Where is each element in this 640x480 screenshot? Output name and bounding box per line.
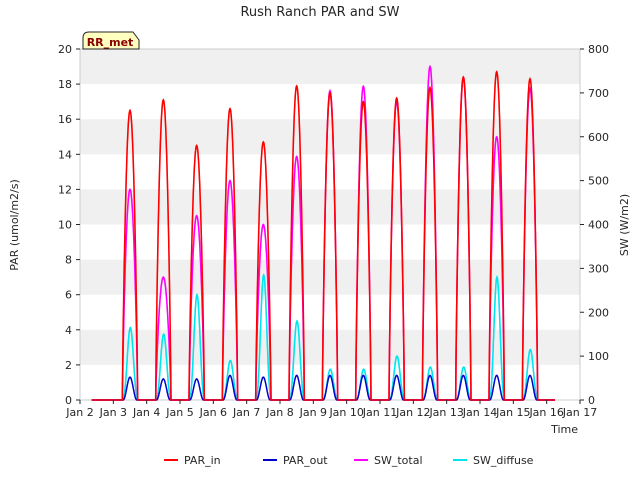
- y-left-tick-label: 0: [65, 394, 72, 407]
- grid-band: [80, 259, 580, 295]
- y-left-tick-label: 16: [58, 113, 72, 126]
- y-left-tick-label: 4: [65, 324, 72, 337]
- chart-title: Rush Ranch PAR and SW: [240, 5, 399, 20]
- right-axis-ticks: 0 100 200 300 400 500 600 700 800: [580, 43, 609, 407]
- x-tick-label: Jan 4: [132, 406, 160, 419]
- grid-band: [80, 189, 580, 225]
- x-tick-label: Jan 15: [495, 406, 530, 419]
- y-left-tick-label: 12: [58, 183, 72, 196]
- y-right-tick-label: 0: [588, 394, 595, 407]
- grid-band: [80, 119, 580, 155]
- x-tick-label: Jan 17: [562, 406, 597, 419]
- site-badge: RR_met: [82, 31, 140, 50]
- y-right-tick-label: 500: [588, 175, 609, 188]
- legend-label: PAR_out: [283, 454, 328, 467]
- legend-label: SW_diffuse: [473, 454, 534, 467]
- legend: PAR_in PAR_out SW_total SW_diffuse: [164, 454, 534, 467]
- x-tick-label: Jan 16: [528, 406, 563, 419]
- y-right-tick-label: 600: [588, 131, 609, 144]
- y-left-tick-label: 14: [58, 148, 72, 161]
- x-axis-label: Time: [550, 423, 578, 436]
- y-left-tick-label: 18: [58, 78, 72, 91]
- x-tick-label: Jan 8: [265, 406, 293, 419]
- y-right-tick-label: 800: [588, 43, 609, 56]
- x-tick-label: Jan 13: [428, 406, 463, 419]
- chart: Jan 2 Jan 3 Jan 4 Jan 5 Jan 6 Jan 7 Jan 8 Jan 9…: [8, 5, 631, 467]
- y-right-tick-label: 100: [588, 350, 609, 363]
- background-bands: [80, 49, 580, 365]
- x-axis-ticks: Jan 2 Jan 3 Jan 4 Jan 5 Jan 6 Jan 7 Jan 8 Jan 9…: [65, 400, 597, 419]
- y-axis-right-label: SW (W/m2): [618, 194, 631, 256]
- left-axis-ticks: 0 2 4 6 8 10 12 14 16 18 20: [58, 43, 80, 407]
- grid-band: [80, 329, 580, 365]
- y-left-tick-label: 2: [65, 359, 72, 372]
- x-tick-label: Jan 10: [328, 406, 363, 419]
- x-tick-label: Jan 12: [395, 406, 430, 419]
- x-tick-label: Jan 9: [299, 406, 327, 419]
- x-tick-label: Jan 5: [165, 406, 193, 419]
- grid-band: [80, 49, 580, 85]
- y-right-tick-label: 700: [588, 87, 609, 100]
- y-axis-left-label: PAR (umol/m2/s): [8, 179, 21, 271]
- y-right-tick-label: 200: [588, 306, 609, 319]
- legend-label: PAR_in: [184, 454, 221, 467]
- x-tick-label: Jan 7: [232, 406, 260, 419]
- x-tick-label: Jan 11: [362, 406, 397, 419]
- y-left-tick-label: 10: [58, 219, 72, 232]
- y-left-tick-label: 8: [65, 254, 72, 267]
- legend-label: SW_total: [374, 454, 423, 467]
- series-line-par-out: [91, 374, 555, 401]
- x-tick-label: Jan 3: [99, 406, 127, 419]
- y-right-tick-label: 400: [588, 219, 609, 232]
- x-tick-label: Jan 2: [65, 406, 93, 419]
- y-left-tick-label: 20: [58, 43, 72, 56]
- site-badge-label: RR_met: [87, 36, 134, 49]
- y-left-tick-label: 6: [65, 289, 72, 302]
- x-tick-label: Jan 6: [199, 406, 227, 419]
- y-right-tick-label: 300: [588, 262, 609, 275]
- x-tick-label: Jan 14: [462, 406, 497, 419]
